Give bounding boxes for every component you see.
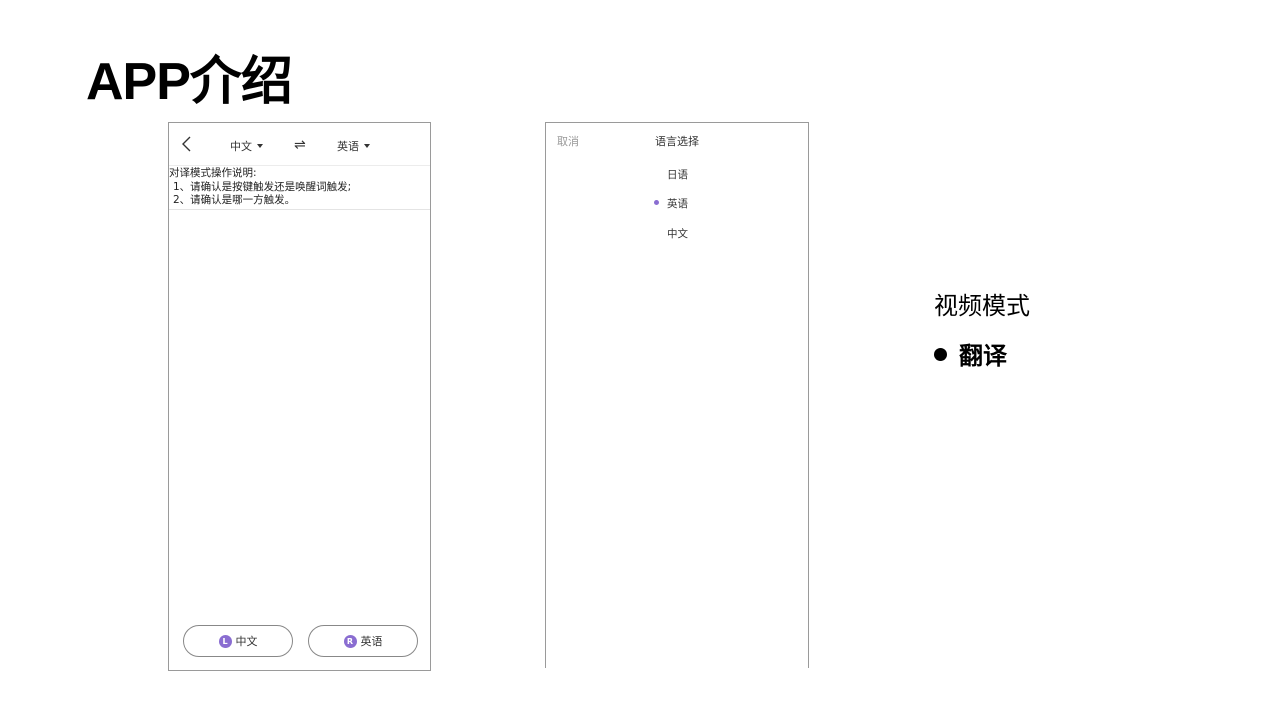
mode-title: 视频模式 [934, 292, 1030, 320]
translate-screen: 中文 ⇌ 英语 对译模式操作说明: 1、请确认是按键触发还是唤醒词触发; 2、请… [168, 122, 431, 671]
left-badge-icon: L [218, 634, 232, 648]
bullet-dot-icon [934, 348, 947, 361]
right-speaker-label: 英语 [360, 635, 383, 648]
instructions-heading: 对译模式操作说明: [169, 167, 257, 179]
target-language-dropdown[interactable]: 英语 [337, 138, 370, 154]
left-speaker-label: 中文 [235, 635, 258, 648]
instructions-panel: 对译模式操作说明: 1、请确认是按键触发还是唤醒词触发; 2、请确认是哪一方触发… [169, 167, 430, 210]
swap-languages-icon[interactable]: ⇌ [294, 137, 306, 153]
back-icon[interactable] [180, 136, 194, 152]
instructions-line: 1、请确认是按键触发还是唤醒词触发; [173, 180, 352, 193]
bullet-item: 翻译 [934, 336, 1007, 371]
translate-header: 中文 ⇌ 英语 [169, 123, 430, 166]
bullet-text: 翻译 [959, 341, 1007, 370]
left-speaker-button[interactable]: L 中文 [183, 625, 293, 657]
cancel-button[interactable]: 取消 [557, 133, 579, 149]
picker-title: 语言选择 [655, 135, 699, 148]
language-picker-screen: 取消 语言选择 日语 英语 中文 [545, 122, 809, 668]
target-language-label: 英语 [337, 140, 359, 153]
source-language-dropdown[interactable]: 中文 [230, 138, 263, 154]
language-option-selected[interactable]: 英语 [667, 196, 688, 211]
source-language-label: 中文 [230, 140, 252, 153]
chevron-down-icon [257, 144, 263, 148]
language-option[interactable]: 中文 [667, 226, 688, 241]
instructions-line: 2、请确认是哪一方触发。 [173, 194, 296, 206]
right-badge-icon: R [343, 634, 357, 648]
slide-title: APP介绍 [86, 53, 293, 111]
right-speaker-button[interactable]: R 英语 [308, 625, 418, 657]
selected-indicator-icon [654, 200, 659, 205]
chevron-down-icon [364, 144, 370, 148]
language-option[interactable]: 日语 [667, 167, 688, 182]
